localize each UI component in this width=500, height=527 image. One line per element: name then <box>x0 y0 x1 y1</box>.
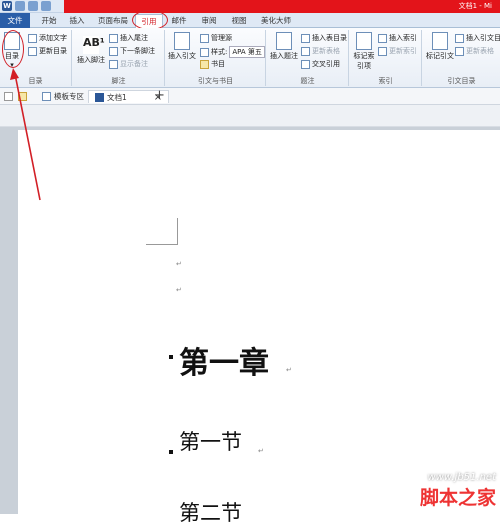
heading-chapter-1[interactable]: 第一章 <box>179 338 269 382</box>
heading-bullet <box>169 450 173 454</box>
watermark-site: www.jb51.net <box>427 472 496 483</box>
heading-section-1[interactable]: 第一节 <box>179 426 242 456</box>
paragraph-mark: ↵ <box>286 366 292 374</box>
annotation-arrow <box>10 68 41 201</box>
paragraph-mark: ↵ <box>176 286 182 294</box>
heading-section-2[interactable]: 第二节 <box>179 497 242 527</box>
paragraph-mark: ↵ <box>176 260 182 268</box>
watermark: www.jb51.net 脚本之家 <box>420 472 496 510</box>
paragraph-mark: ↵ <box>258 447 264 455</box>
watermark-brand: 脚本之家 <box>419 487 496 509</box>
heading-bullet <box>169 355 173 359</box>
